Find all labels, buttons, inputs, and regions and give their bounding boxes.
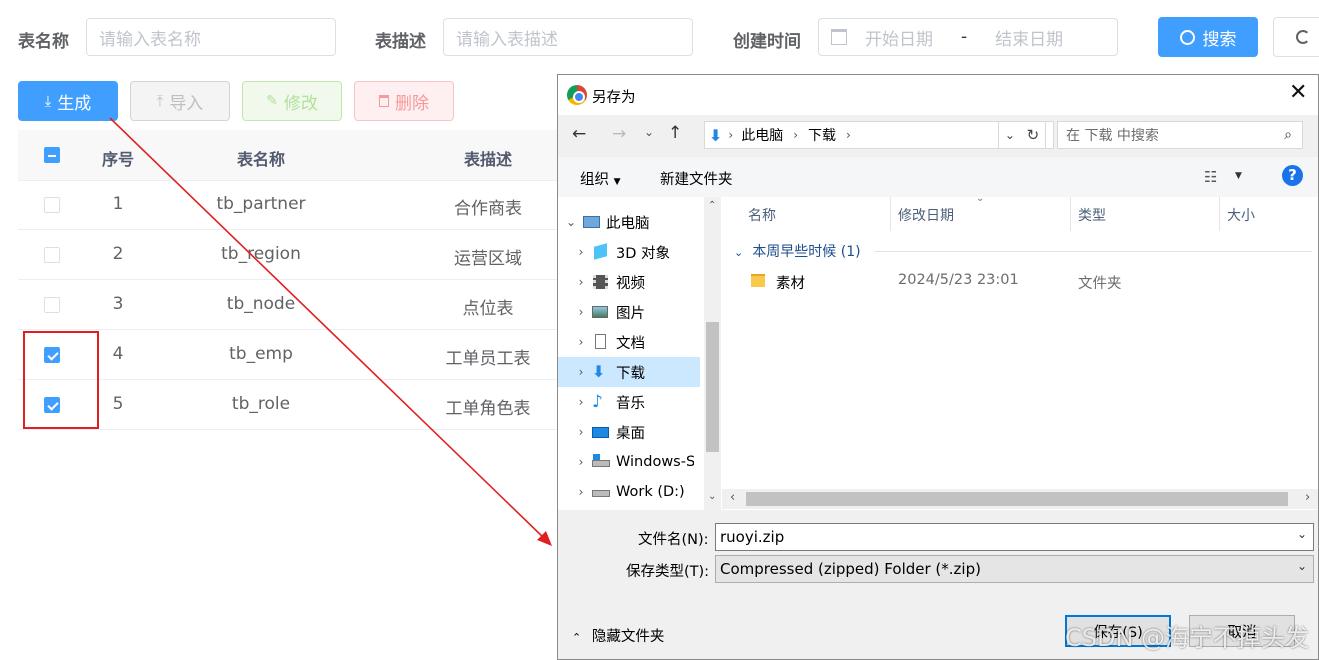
col-size[interactable]: 大小: [1227, 205, 1255, 225]
file-list-header: 名称 ⌄ 修改日期 类型 大小: [722, 193, 1318, 231]
download-folder-icon: ⬇: [709, 125, 723, 145]
address-dropdown-icon[interactable]: ⌄: [1005, 128, 1015, 142]
command-bar: 组织 ▼ 新建文件夹 ☷ ▼ ?: [558, 157, 1318, 197]
tree-item-desktop[interactable]: › 桌面: [558, 417, 704, 447]
col-modified[interactable]: 修改日期: [898, 205, 954, 225]
col-name[interactable]: 名称: [748, 205, 776, 225]
file-list: 名称 ⌄ 修改日期 类型 大小 ⌄ 本周早些时候 (1) 素材 2024/5/2…: [722, 193, 1318, 510]
pc-icon: [582, 214, 600, 230]
cube-icon: [592, 243, 610, 260]
chevron-down-icon: ⌄: [734, 246, 744, 259]
scroll-up-icon[interactable]: ⌃: [708, 200, 716, 211]
download-icon: ⬇: [592, 362, 606, 381]
address-actions: ⌄ ↻: [998, 121, 1046, 149]
tree-item-documents[interactable]: › 文档: [558, 327, 704, 357]
new-folder-button[interactable]: 新建文件夹: [660, 168, 733, 189]
tree-item-downloads[interactable]: › ⬇ 下载: [558, 357, 700, 387]
tree-item-videos[interactable]: › 视频: [558, 267, 704, 297]
tree-item-3d-objects[interactable]: › 3D 对象: [558, 237, 704, 267]
chevron-right-icon[interactable]: ›: [570, 425, 592, 439]
tree-item-music[interactable]: › ♪ 音乐: [558, 387, 704, 417]
file-modified: 2024/5/23 23:01: [898, 272, 1019, 288]
col-type[interactable]: 类型: [1078, 205, 1106, 225]
filename-input[interactable]: ruoyi.zip ⌄: [715, 523, 1314, 551]
video-icon: [592, 274, 610, 290]
tree-item-pictures[interactable]: › 图片: [558, 297, 704, 327]
tree-scrollbar[interactable]: ⌃ ⌄: [704, 197, 721, 510]
filetype-label: 保存类型(T):: [626, 564, 710, 580]
refresh-icon[interactable]: ↻: [1027, 126, 1040, 144]
view-options-icon[interactable]: ☷: [1204, 168, 1217, 186]
search-downloads-input[interactable]: 在 下载 中搜索 ⌕: [1057, 121, 1303, 149]
chevron-right-icon[interactable]: ›: [570, 365, 592, 379]
forward-arrow-icon[interactable]: →: [612, 124, 626, 144]
tree-item-work-drive[interactable]: › Work (D:): [558, 477, 704, 507]
document-icon: [592, 334, 610, 350]
chevron-right-icon[interactable]: ›: [570, 485, 592, 499]
chevron-right-icon[interactable]: ›: [570, 455, 592, 469]
magnifier-icon: ⌕: [1284, 127, 1292, 143]
chevron-right-icon[interactable]: ›: [570, 335, 592, 349]
navigation-tree: ⌄ 此电脑 › 3D 对象 › 视频 › 图片 › 文档 › ⬇ 下载 › ♪ …: [558, 197, 722, 510]
list-h-scrollbar[interactable]: ‹ ›: [722, 489, 1318, 509]
watermark-text: CSDN @海宁不掉头发: [1065, 624, 1310, 652]
breadcrumb-separator-icon: ›: [793, 128, 799, 142]
organize-menu[interactable]: 组织 ▼: [580, 168, 621, 189]
chevron-right-icon[interactable]: ›: [570, 245, 592, 259]
dialog-title: 另存为: [592, 90, 636, 106]
music-icon: ♪: [592, 392, 603, 412]
chevron-right-icon[interactable]: ›: [570, 305, 592, 319]
filetype-select[interactable]: Compressed (zipped) Folder (*.zip) ⌄: [715, 555, 1314, 583]
sort-chevron-icon: ⌄: [976, 193, 985, 204]
hide-folders-toggle[interactable]: ⌃ 隐藏文件夹: [572, 625, 664, 646]
breadcrumb-separator-icon: ›: [728, 128, 734, 142]
back-arrow-icon[interactable]: ←: [572, 124, 586, 144]
filename-label: 文件名(N):: [638, 532, 709, 548]
help-icon[interactable]: ?: [1282, 165, 1303, 186]
recent-locations-chevron-icon[interactable]: ⌄: [644, 125, 654, 139]
chevron-right-icon[interactable]: ›: [570, 275, 592, 289]
tree-item-this-pc[interactable]: ⌄ 此电脑: [558, 207, 704, 237]
dialog-titlebar: 另存为 ✕: [558, 75, 1318, 115]
breadcrumb-this-pc[interactable]: 此电脑: [741, 125, 783, 145]
file-row[interactable]: 素材 2024/5/23 23:01 文件夹: [748, 269, 1308, 295]
scroll-down-icon[interactable]: ⌄: [708, 491, 716, 502]
tree-item-windows-drive[interactable]: › Windows-S: [558, 447, 704, 477]
drive-icon: [592, 484, 610, 500]
scroll-left-icon[interactable]: ‹: [730, 490, 735, 505]
scroll-right-icon[interactable]: ›: [1305, 490, 1310, 505]
chevron-up-icon: ⌃: [572, 631, 582, 644]
folder-icon: [751, 274, 765, 287]
picture-icon: [592, 304, 610, 320]
drive-icon: [592, 454, 610, 470]
save-as-dialog: 另存为 ✕ ← → ⌄ ↑ ⬇ › 此电脑 › 下载 › ⌄ ↻ 在 下载 中搜…: [557, 74, 1319, 660]
breadcrumb-separator-icon: ›: [846, 128, 851, 142]
file-name: 素材: [776, 276, 805, 292]
breadcrumb-downloads[interactable]: 下载: [808, 125, 836, 145]
dropdown-chevron-icon[interactable]: ⌄: [1297, 527, 1307, 541]
dropdown-chevron-icon[interactable]: ⌄: [1297, 559, 1307, 573]
up-arrow-icon[interactable]: ↑: [668, 123, 682, 143]
group-header[interactable]: ⌄ 本周早些时候 (1): [734, 241, 1312, 263]
h-scroll-thumb[interactable]: [746, 492, 1288, 506]
file-type: 文件夹: [1078, 276, 1122, 292]
desktop-icon: [592, 424, 610, 440]
caret-down-icon: ▼: [613, 177, 621, 187]
close-icon[interactable]: ✕: [1289, 80, 1307, 105]
tree-scroll-thumb[interactable]: [706, 322, 719, 452]
chevron-down-icon[interactable]: ⌄: [560, 215, 582, 229]
chevron-right-icon[interactable]: ›: [570, 395, 592, 409]
view-caret-icon[interactable]: ▼: [1235, 171, 1242, 181]
